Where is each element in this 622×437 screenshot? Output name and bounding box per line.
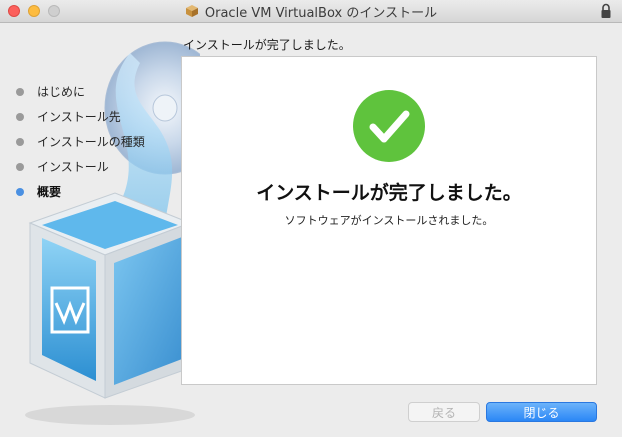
- lock-icon: [601, 3, 611, 18]
- content-panel: インストールが完了しました。 ソフトウェアがインストールされました。: [181, 56, 597, 385]
- step-label: インストールの種類: [37, 135, 145, 149]
- installer-window: Oracle VM VirtualBox のインストール インストールが完了しま…: [0, 0, 622, 437]
- step-installation: インストール: [16, 154, 145, 179]
- step-bullet: [16, 87, 24, 96]
- step-bullet: [16, 162, 24, 171]
- close-button[interactable]: 閉じる: [486, 402, 597, 422]
- window-title-group: Oracle VM VirtualBox のインストール: [0, 0, 622, 22]
- checkmark-icon: [353, 90, 425, 162]
- step-bullet-active: [16, 187, 24, 196]
- step-installation-type: インストールの種類: [16, 129, 145, 154]
- install-steps-list: はじめに インストール先 インストールの種類 インストール 概要: [16, 79, 145, 204]
- step-destination: インストール先: [16, 104, 145, 129]
- step-bullet: [16, 112, 24, 121]
- step-label: はじめに: [37, 85, 86, 99]
- title-bar: Oracle VM VirtualBox のインストール: [0, 0, 622, 23]
- completion-headline: インストールが完了しました。: [256, 182, 522, 204]
- installer-package-icon: [185, 5, 198, 17]
- step-summary: 概要: [16, 179, 145, 204]
- window-title: Oracle VM VirtualBox のインストール: [204, 5, 438, 21]
- back-button[interactable]: 戻る: [408, 402, 480, 422]
- step-bullet: [16, 137, 24, 146]
- completion-message: ソフトウェアがインストールされました。: [284, 214, 494, 227]
- page-header: インストールが完了しました。: [183, 38, 351, 52]
- step-introduction: はじめに: [16, 79, 145, 104]
- step-label: インストール先: [37, 110, 121, 124]
- step-label: インストール: [37, 160, 109, 174]
- step-label: 概要: [37, 185, 62, 199]
